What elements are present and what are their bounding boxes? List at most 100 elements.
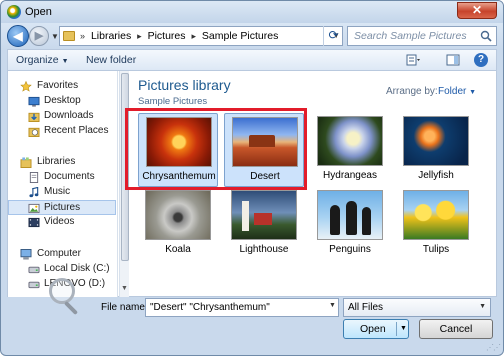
nav-downloads-label: Downloads <box>44 110 94 121</box>
nav-recent-places-label: Recent Places <box>44 125 109 136</box>
resize-grip-icon[interactable]: ⋰⋰ <box>486 343 501 352</box>
file-tile-tulips[interactable]: Tulips <box>396 187 476 261</box>
filename-history-dropdown[interactable]: ▼ <box>329 302 336 309</box>
chevron-down-icon: ▼ <box>479 303 486 310</box>
address-bar[interactable]: » Libraries ▸ Pictures ▸ Sample Pictures… <box>59 26 343 46</box>
file-name: Jellyfish <box>418 170 454 181</box>
nav-pictures-label: Pictures <box>44 202 81 213</box>
title-bar[interactable]: Open ✕ <box>1 1 503 23</box>
downloads-icon <box>28 112 40 122</box>
computer-icon <box>20 249 32 260</box>
thumbnail-lighthouse <box>231 190 297 240</box>
preview-pane-icon[interactable] <box>446 54 460 66</box>
libraries-icon <box>20 157 32 168</box>
search-icon <box>480 30 492 42</box>
nav-libraries-label: Libraries <box>37 156 76 167</box>
breadcrumb-separator-icon[interactable]: » <box>80 31 85 41</box>
thumbnail-hydrangeas <box>317 116 383 166</box>
breadcrumb-libraries[interactable]: Libraries <box>91 30 131 42</box>
arrange-by-dropdown[interactable]: Folder ▼ <box>438 86 476 97</box>
breadcrumb-pictures[interactable]: Pictures <box>148 30 186 42</box>
open-button[interactable]: Open ▼ <box>343 319 409 339</box>
open-options-icon[interactable]: ▼ <box>400 325 407 332</box>
nav-music[interactable]: Music <box>8 185 116 200</box>
split-divider <box>396 322 397 336</box>
command-bar: Organize ▼ New folder ? <box>7 49 497 71</box>
filename-input[interactable]: "Desert" "Chrysanthemum" <box>145 298 339 317</box>
library-subtitle[interactable]: Sample Pictures <box>138 96 207 107</box>
file-name: Koala <box>165 244 191 255</box>
nav-desktop-label: Desktop <box>44 95 81 106</box>
nav-computer[interactable]: Computer <box>8 247 116 262</box>
forward-button[interactable]: ▶ <box>29 26 49 46</box>
file-tile-jellyfish[interactable]: Jellyfish <box>396 113 476 187</box>
chevron-down-icon: ▼ <box>61 58 69 65</box>
navigation-pane: Favorites Desktop Downloads Recent Place… <box>8 71 118 297</box>
disk-icon <box>28 266 40 274</box>
thumbnail-penguins <box>317 190 383 240</box>
file-name: Tulips <box>422 244 450 255</box>
star-icon <box>20 81 32 92</box>
nav-downloads[interactable]: Downloads <box>8 109 116 124</box>
file-type-select[interactable]: All Files ▼ <box>343 298 491 317</box>
refresh-button[interactable]: ⟳ <box>323 26 343 46</box>
thumbnail-koala <box>145 190 211 240</box>
nav-favorites[interactable]: Favorites <box>8 79 116 94</box>
thumbnail-jellyfish <box>403 116 469 166</box>
breadcrumb-sample-pictures[interactable]: Sample Pictures <box>202 30 278 42</box>
organize-button[interactable]: Organize ▼ <box>16 54 69 66</box>
chevron-down-icon: ▼ <box>469 89 477 96</box>
nav-documents-label: Documents <box>44 171 95 182</box>
file-type-value: All Files <box>348 302 384 313</box>
file-tile-koala[interactable]: Koala <box>138 187 218 261</box>
search-placeholder: Search Sample Pictures <box>354 30 467 42</box>
breadcrumb: » Libraries ▸ Pictures ▸ Sample Pictures <box>80 30 281 42</box>
back-arrow-icon: ◀ <box>13 29 23 43</box>
window-title: Open <box>25 6 52 18</box>
file-tile-hydrangeas[interactable]: Hydrangeas <box>310 113 390 187</box>
documents-icon <box>29 172 39 183</box>
library-title: Pictures library <box>138 77 231 93</box>
magnifier-icon <box>49 278 75 304</box>
videos-icon <box>28 217 40 228</box>
breadcrumb-separator-icon[interactable]: ▸ <box>137 31 142 41</box>
cancel-button[interactable]: Cancel <box>419 319 493 339</box>
scroll-down-icon[interactable]: ▼ <box>121 285 128 292</box>
file-name: Lighthouse <box>239 244 289 255</box>
arrange-by-value: Folder <box>438 86 467 97</box>
nav-local-disk-c-label: Local Disk (C:) <box>44 263 110 274</box>
back-button[interactable]: ◀ <box>7 25 29 47</box>
nav-favorites-label: Favorites <box>37 80 79 91</box>
recent-places-icon <box>28 127 40 137</box>
recent-locations-dropdown[interactable]: ▼ <box>51 32 59 41</box>
organize-label: Organize <box>16 54 59 66</box>
nav-videos-label: Videos <box>44 216 75 227</box>
nav-desktop[interactable]: Desktop <box>8 94 116 109</box>
forward-arrow-icon: ▶ <box>34 30 44 42</box>
help-icon[interactable]: ? <box>474 53 488 67</box>
file-tile-penguins[interactable]: Penguins <box>310 187 390 261</box>
nav-music-label: Music <box>44 186 71 197</box>
nav-pictures[interactable]: Pictures <box>8 200 116 215</box>
file-name: Penguins <box>329 244 371 255</box>
nav-recent-places[interactable]: Recent Places <box>8 124 116 139</box>
nav-libraries[interactable]: Libraries <box>8 155 116 170</box>
filename-label: File name: <box>101 302 148 313</box>
disk-icon <box>28 281 40 289</box>
nav-computer-label: Computer <box>37 248 81 259</box>
views-icon[interactable] <box>406 54 420 66</box>
selection-highlight-annotation <box>125 108 307 190</box>
music-icon <box>29 187 39 198</box>
nav-documents[interactable]: Documents <box>8 170 116 185</box>
desktop-icon <box>28 96 40 107</box>
nav-local-disk-c[interactable]: Local Disk (C:) <box>8 262 116 277</box>
new-folder-button[interactable]: New folder <box>86 54 136 66</box>
folder-icon <box>63 31 75 41</box>
close-button[interactable]: ✕ <box>457 2 497 19</box>
magnifier-handle <box>63 300 79 316</box>
nav-videos[interactable]: Videos <box>8 215 116 230</box>
search-input[interactable]: Search Sample Pictures <box>347 26 497 46</box>
file-tile-lighthouse[interactable]: Lighthouse <box>224 187 304 261</box>
breadcrumb-separator-icon[interactable]: ▸ <box>191 31 196 41</box>
open-label: Open <box>360 323 386 335</box>
